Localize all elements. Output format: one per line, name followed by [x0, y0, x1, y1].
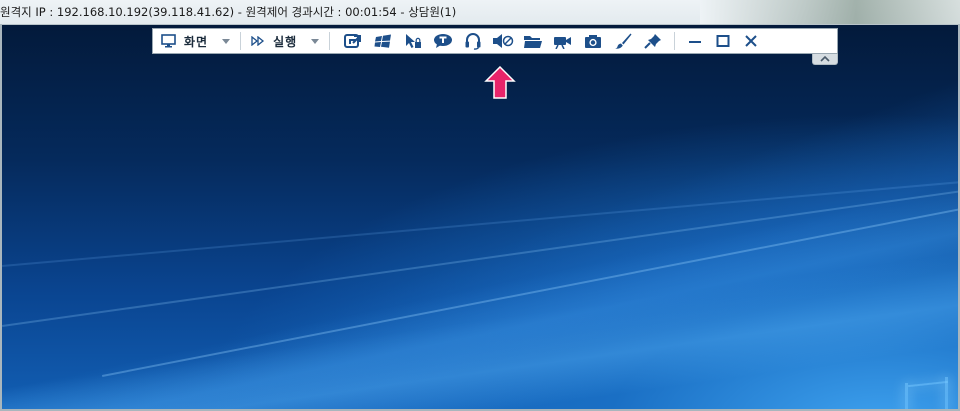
lock-input-button[interactable]	[398, 30, 428, 52]
mute-volume-icon	[493, 34, 514, 48]
file-transfer-button[interactable]	[518, 30, 548, 52]
pin-icon	[644, 34, 662, 49]
minimize-button[interactable]	[681, 30, 709, 52]
windows-key-button[interactable]	[368, 30, 398, 52]
remote-display-button[interactable]	[338, 30, 368, 52]
toolbar-collapse-tab[interactable]	[812, 54, 838, 65]
folder-icon	[524, 36, 543, 48]
remote-toolbar: 화면 실행	[152, 28, 838, 54]
close-icon	[745, 35, 757, 47]
remote-display-icon	[344, 34, 362, 48]
chat-icon	[434, 34, 453, 48]
headset-icon	[465, 33, 481, 50]
screen-record-button[interactable]	[548, 30, 578, 52]
chevron-down-icon	[311, 38, 320, 44]
window-title: 원격지 IP : 192.168.10.192(39.118.41.62) - …	[0, 5, 457, 19]
title-bar[interactable]: 원격지 IP : 192.168.10.192(39.118.41.62) - …	[0, 0, 960, 25]
run-menu-label: 실행	[273, 34, 298, 49]
run-menu-dropdown[interactable]: 실행	[247, 30, 323, 52]
chat-button[interactable]	[428, 30, 458, 52]
sound-mute-button[interactable]	[488, 30, 518, 52]
chevron-up-icon	[820, 56, 830, 62]
close-button[interactable]	[737, 30, 765, 52]
screenshot-button[interactable]	[578, 30, 608, 52]
remote-desktop-view[interactable]	[2, 25, 960, 411]
monitor-icon	[161, 34, 176, 48]
camera-icon	[585, 35, 602, 48]
screen-menu-label: 화면	[184, 34, 209, 49]
pin-toolbar-button[interactable]	[638, 30, 668, 52]
minimize-icon	[689, 41, 702, 43]
maximize-icon	[716, 35, 730, 47]
maximize-button[interactable]	[709, 30, 737, 52]
cursor-lock-icon	[406, 34, 422, 48]
video-camera-icon	[554, 37, 572, 49]
highlight-arrow-icon	[484, 66, 516, 99]
draw-button[interactable]	[608, 30, 638, 52]
screen-menu-dropdown[interactable]: 화면	[157, 30, 234, 52]
brush-icon	[615, 33, 632, 49]
remote-control-window: 원격지 IP : 192.168.10.192(39.118.41.62) - …	[0, 0, 960, 411]
voice-chat-button[interactable]	[458, 30, 488, 52]
chevron-down-icon	[222, 38, 231, 44]
fast-forward-icon	[251, 36, 265, 46]
windows-key-icon	[374, 34, 392, 48]
title-bar-background	[700, 0, 960, 24]
